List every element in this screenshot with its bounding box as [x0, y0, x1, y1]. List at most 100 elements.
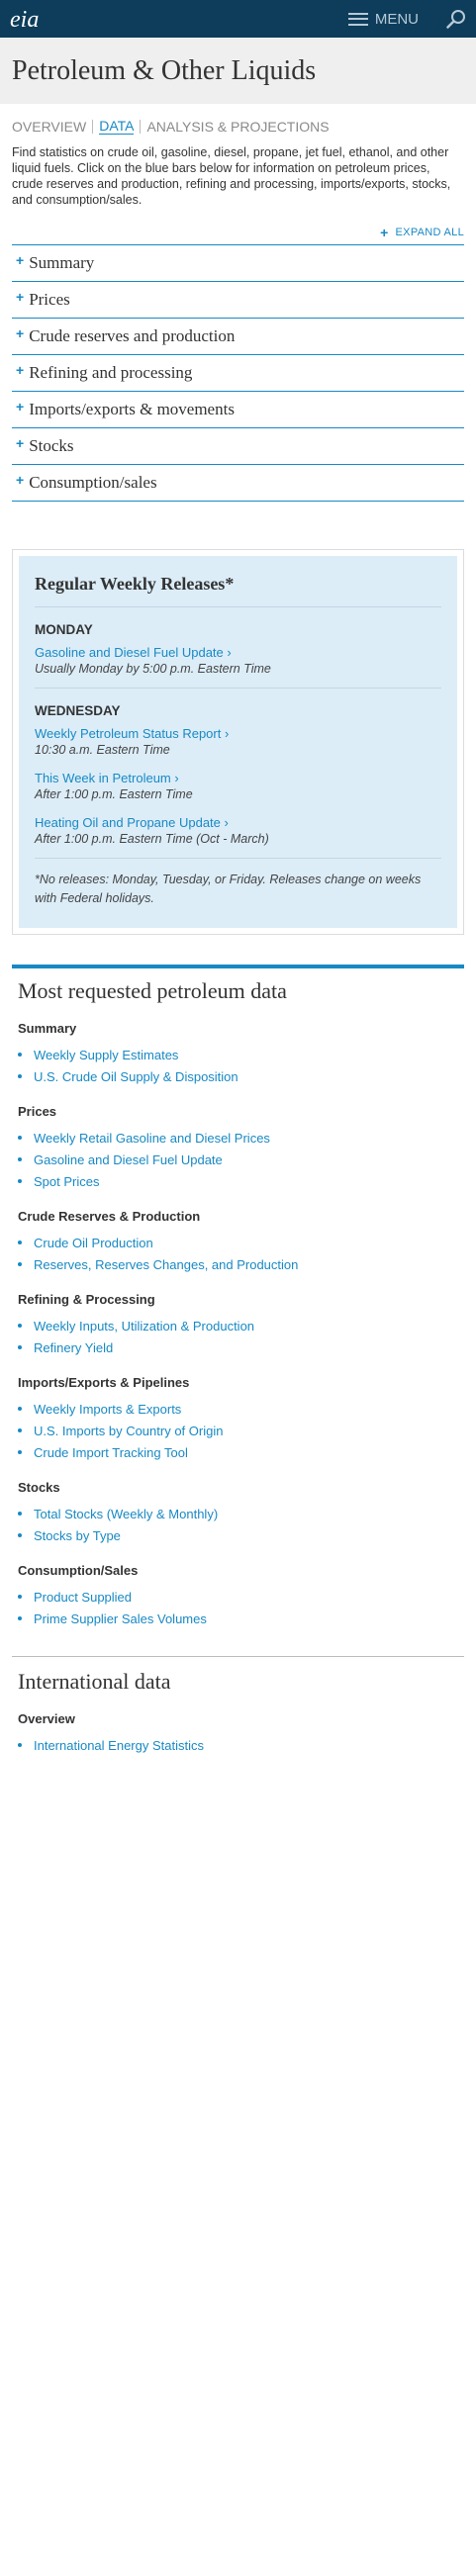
- bullet-icon: [18, 1743, 22, 1747]
- search-icon: [446, 10, 465, 29]
- logo-text: eia: [10, 6, 40, 33]
- list-item: Reserves, Reserves Changes, and Producti…: [18, 1253, 464, 1275]
- list-item: Weekly Retail Gasoline and Diesel Prices: [18, 1127, 464, 1149]
- plus-icon: +: [16, 362, 25, 378]
- top-nav-bar: eia MENU: [0, 0, 476, 38]
- link-total-stocks-weekly-monthly[interactable]: Total Stocks (Weekly & Monthly): [34, 1507, 218, 1521]
- eia-logo[interactable]: eia: [10, 5, 39, 34]
- divider: [35, 688, 441, 689]
- search-button[interactable]: [446, 9, 466, 29]
- link-international-energy-statistics[interactable]: International Energy Statistics: [34, 1738, 204, 1753]
- international-categories: Overview International Energy Statistics: [12, 1711, 464, 1756]
- accordion-stocks[interactable]: + Stocks: [12, 428, 464, 465]
- accordion-refining[interactable]: + Refining and processing: [12, 355, 464, 392]
- bullet-icon: [18, 1616, 22, 1620]
- accordion-prices[interactable]: + Prices: [12, 282, 464, 319]
- plus-icon: +: [16, 252, 25, 268]
- link-list: Weekly Inputs, Utilization & Production R…: [12, 1315, 464, 1358]
- accordion-label: Summary: [29, 253, 95, 272]
- link-prime-supplier-sales-volumes[interactable]: Prime Supplier Sales Volumes: [34, 1611, 207, 1626]
- link-list: Product Supplied Prime Supplier Sales Vol…: [12, 1586, 464, 1629]
- link-spot-prices[interactable]: Spot Prices: [34, 1174, 99, 1189]
- day-heading-monday: MONDAY: [35, 622, 93, 637]
- link-crude-import-tracking-tool[interactable]: Crude Import Tracking Tool: [34, 1445, 188, 1460]
- bullet-icon: [18, 1053, 22, 1057]
- release-time: After 1:00 p.m. Eastern Time (Oct - Marc…: [35, 832, 269, 846]
- category-title-crude-reserves-production: Crude Reserves & Production: [18, 1209, 201, 1224]
- link-product-supplied[interactable]: Product Supplied: [34, 1590, 132, 1605]
- release-link-gasoline-diesel[interactable]: Gasoline and Diesel Fuel Update ›: [35, 645, 441, 660]
- bullet-icon: [18, 1345, 22, 1349]
- link-weekly-supply-estimates[interactable]: Weekly Supply Estimates: [34, 1048, 178, 1062]
- list-item: Refinery Yield: [18, 1336, 464, 1358]
- accordion-imports-exports[interactable]: + Imports/exports & movements: [12, 392, 464, 428]
- list-item: International Energy Statistics: [18, 1734, 464, 1756]
- release-time: 10:30 a.m. Eastern Time: [35, 743, 170, 757]
- link-stocks-by-type[interactable]: Stocks by Type: [34, 1528, 121, 1543]
- tab-analysis-projections[interactable]: ANALYSIS & PROJECTIONS: [146, 119, 329, 135]
- tab-separator: [92, 119, 94, 134]
- list-item: Crude Oil Production: [18, 1232, 464, 1253]
- weekly-releases-panel: Regular Weekly Releases* MONDAY Gasoline…: [19, 556, 457, 928]
- nav-right: MENU: [347, 9, 466, 29]
- category-title-prices: Prices: [18, 1104, 57, 1119]
- tab-overview[interactable]: OVERVIEW: [12, 119, 86, 135]
- accordion-crude-reserves[interactable]: + Crude reserves and production: [12, 319, 464, 355]
- weekly-releases-title: Regular Weekly Releases*: [35, 574, 441, 607]
- accordion-label: Prices: [29, 290, 70, 309]
- plus-icon: +: [16, 289, 25, 305]
- plus-icon: +: [16, 399, 25, 414]
- bullet-icon: [18, 1450, 22, 1454]
- bullet-icon: [18, 1136, 22, 1140]
- category-title-refining-processing: Refining & Processing: [18, 1292, 155, 1307]
- title-band: Petroleum & Other Liquids: [0, 38, 476, 104]
- release-link-wpsr[interactable]: Weekly Petroleum Status Report ›: [35, 726, 441, 741]
- accordion-consumption[interactable]: + Consumption/sales: [12, 465, 464, 502]
- bullet-icon: [18, 1428, 22, 1432]
- divider: [35, 858, 441, 859]
- list-item: Prime Supplier Sales Volumes: [18, 1608, 464, 1629]
- bullet-icon: [18, 1512, 22, 1516]
- list-item: Product Supplied: [18, 1586, 464, 1608]
- link-weekly-imports-exports[interactable]: Weekly Imports & Exports: [34, 1402, 181, 1417]
- category-title-overview: Overview: [18, 1711, 75, 1726]
- page-title: Petroleum & Other Liquids: [12, 55, 317, 86]
- data-accordion: + Summary + Prices + Crude reserves and …: [12, 244, 464, 502]
- plus-icon: +: [380, 225, 389, 240]
- list-item: Gasoline and Diesel Fuel Update: [18, 1149, 464, 1170]
- list-item: U.S. Imports by Country of Origin: [18, 1420, 464, 1441]
- link-u-s-imports-by-country-of-origin[interactable]: U.S. Imports by Country of Origin: [34, 1424, 223, 1438]
- link-list: Weekly Imports & Exports U.S. Imports by …: [12, 1398, 464, 1463]
- tab-separator: [140, 119, 142, 134]
- link-refinery-yield[interactable]: Refinery Yield: [34, 1340, 113, 1355]
- link-gasoline-and-diesel-fuel-update[interactable]: Gasoline and Diesel Fuel Update: [34, 1152, 223, 1167]
- category-title-consumption-sales: Consumption/Sales: [18, 1563, 139, 1578]
- link-u-s-crude-oil-supply-disposition[interactable]: U.S. Crude Oil Supply & Disposition: [34, 1069, 238, 1084]
- category-title-imports-exports-pipelines: Imports/Exports & Pipelines: [18, 1375, 190, 1390]
- plus-icon: +: [16, 435, 25, 451]
- list-item: Weekly Inputs, Utilization & Production: [18, 1315, 464, 1336]
- release-link-heating-oil[interactable]: Heating Oil and Propane Update ›: [35, 815, 441, 830]
- expand-all-button[interactable]: + EXPAND ALL: [380, 225, 464, 240]
- category-title-summary: Summary: [18, 1021, 77, 1036]
- releases-note: *No releases: Monday, Tuesday, or Friday…: [35, 873, 422, 905]
- bullet-icon: [18, 1074, 22, 1078]
- release-time: Usually Monday by 5:00 p.m. Eastern Time: [35, 662, 271, 676]
- hamburger-icon: [347, 12, 368, 26]
- list-item: Total Stocks (Weekly & Monthly): [18, 1503, 464, 1524]
- menu-button[interactable]: MENU: [347, 10, 419, 28]
- link-reserves-reserves-changes-and-production[interactable]: Reserves, Reserves Changes, and Producti…: [34, 1257, 298, 1272]
- list-item: Weekly Imports & Exports: [18, 1398, 464, 1420]
- bullet-icon: [18, 1241, 22, 1244]
- link-weekly-retail-gasoline-and-diesel-prices[interactable]: Weekly Retail Gasoline and Diesel Prices: [34, 1131, 270, 1146]
- tab-data[interactable]: DATA: [99, 118, 135, 135]
- accordion-summary[interactable]: + Summary: [12, 245, 464, 282]
- accordion-label: Stocks: [29, 436, 74, 455]
- day-heading-wednesday: WEDNESDAY: [35, 703, 121, 718]
- most-requested-categories: Summary Weekly Supply Estimates U.S. Crude…: [12, 1021, 464, 1629]
- link-weekly-inputs-utilization-production[interactable]: Weekly Inputs, Utilization & Production: [34, 1319, 254, 1334]
- release-link-this-week[interactable]: This Week in Petroleum ›: [35, 771, 441, 785]
- link-crude-oil-production[interactable]: Crude Oil Production: [34, 1236, 153, 1250]
- international-title: International data: [18, 1669, 171, 1694]
- menu-label: MENU: [374, 10, 419, 28]
